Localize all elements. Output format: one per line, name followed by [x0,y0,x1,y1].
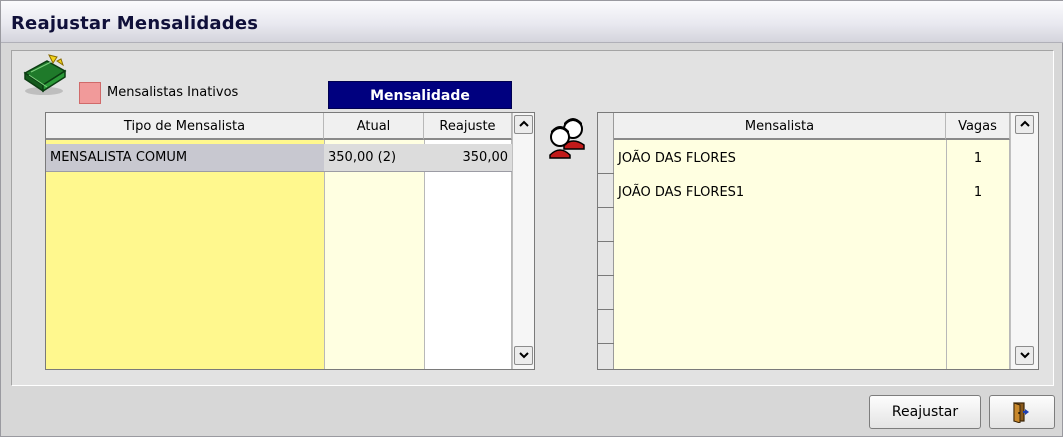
chevron-up-icon [518,120,529,127]
mensalista-column-bg [614,140,946,369]
scroll-up-button[interactable] [1015,115,1034,134]
exit-door-icon [1013,402,1029,424]
column-header-vagas[interactable]: Vagas [946,113,1010,140]
chevron-down-icon [1019,352,1030,359]
chevron-down-icon [518,352,529,359]
row-separator [598,275,614,276]
window-title: Reajustar Mensalidades [11,13,259,34]
cell-vagas: 1 [973,151,983,166]
row-separator [598,173,614,174]
tipo-column-bg [46,140,324,369]
cell-vagas: 1 [973,185,983,200]
tab-mensalidade[interactable]: Mensalidade [328,81,512,109]
row-separator [598,207,614,208]
scroll-down-button[interactable] [1015,346,1034,365]
inactive-legend-label: Mensalistas Inativos [107,85,239,100]
reajustar-button[interactable]: Reajustar [869,395,981,429]
exit-button[interactable] [989,395,1055,429]
title-bar: Reajustar Mensalidades [1,1,1063,43]
column-header-tipo[interactable]: Tipo de Mensalista [46,113,324,140]
reajuste-column-bg [424,140,512,369]
tipo-mensalista-grid[interactable]: Tipo de Mensalista Atual Reajuste MENSAL… [45,112,535,370]
column-header-atual[interactable]: Atual [324,113,424,140]
table-row[interactable]: JOÃO DAS FLORES 1 [614,145,1010,173]
row-separator [598,241,614,242]
inactive-legend-swatch [79,82,101,104]
scroll-down-button[interactable] [514,346,533,365]
cell-atual: 350,00 (2) [328,150,397,165]
scroll-up-button[interactable] [514,115,533,134]
people-icon [549,118,585,159]
window: Reajustar Mensalidades Mensalistas Inati… [0,0,1063,437]
right-grid-scrollbar[interactable] [1010,113,1038,369]
cell-reajuste: 350,00 [462,150,509,165]
row-separator [598,309,614,310]
table-row[interactable]: JOÃO DAS FLORES1 1 [614,179,1010,207]
cell-tipo: MENSALISTA COMUM [50,150,188,165]
money-stack-icon [23,54,67,95]
cell-mensalista: JOÃO DAS FLORES1 [618,185,745,200]
left-grid-scrollbar[interactable] [512,113,534,369]
column-header-reajuste[interactable]: Reajuste [424,113,512,140]
atual-column-bg [324,140,424,369]
chevron-up-icon [1019,120,1030,127]
cell-mensalista: JOÃO DAS FLORES [618,151,736,166]
table-row[interactable]: MENSALISTA COMUM 350,00 (2) 350,00 [46,144,512,172]
row-separator [598,343,614,344]
mensalista-grid[interactable]: Mensalista Vagas JOÃO DAS FLORES 1 JOÃO … [597,112,1039,370]
vagas-column-bg [946,140,1010,369]
column-header-mensalista[interactable]: Mensalista [614,113,946,140]
